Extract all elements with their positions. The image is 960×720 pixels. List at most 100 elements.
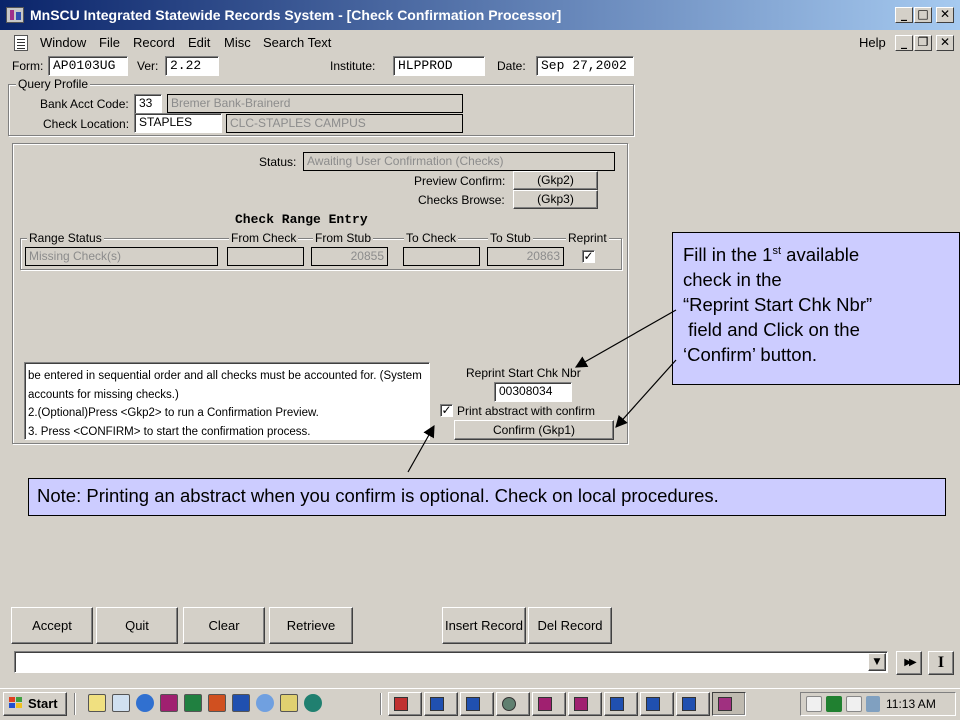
query-profile-title: Query Profile	[16, 77, 91, 91]
menu-record[interactable]: Record	[133, 35, 175, 50]
instruction-line: be entered in sequential order and all c…	[28, 370, 422, 382]
confirm-button[interactable]: Confirm (Gkp1)	[454, 420, 614, 440]
cursor-mode-button[interactable]: I	[928, 651, 954, 675]
col-from-stub: From Stub	[313, 231, 374, 245]
active-task-icon	[718, 697, 732, 711]
task-button-app[interactable]	[388, 692, 422, 716]
date-field[interactable]: Sep 27,2002	[536, 56, 634, 76]
clear-button[interactable]: Clear	[183, 607, 265, 644]
close-button[interactable]: ✕	[936, 7, 954, 23]
access-task-icon	[538, 697, 552, 711]
bank-acct-code-field[interactable]: 33	[134, 94, 162, 114]
callout-superscript: st	[772, 245, 782, 257]
bank-acct-label: Bank Acct Code:	[40, 97, 129, 111]
taskbar-clock: 11:13 AM	[886, 697, 936, 711]
form-field[interactable]: AP0103UG	[48, 56, 128, 76]
task-button-network[interactable]	[496, 692, 530, 716]
from-check-field[interactable]	[227, 247, 304, 266]
del-record-button[interactable]: Del Record	[528, 607, 612, 644]
quicklaunch-word-icon[interactable]	[232, 694, 250, 712]
quicklaunch-powerpoint-icon[interactable]	[208, 694, 226, 712]
status-line-field[interactable]	[14, 651, 888, 673]
preview-confirm-button[interactable]: (Gkp2)	[513, 171, 598, 190]
window-title: MnSCU Integrated Statewide Records Syste…	[30, 7, 562, 23]
callout-line: ‘Confirm’ button.	[683, 344, 818, 366]
callout-line: field and Click on the	[683, 319, 860, 341]
col-range-status: Range Status	[27, 231, 104, 245]
from-stub-field: 20855	[311, 247, 388, 266]
quit-button[interactable]: Quit	[96, 607, 178, 644]
col-from-check: From Check	[229, 231, 299, 245]
task-button-access[interactable]	[532, 692, 566, 716]
status-label: Status:	[259, 155, 297, 169]
next-record-button[interactable]: ▶▶	[896, 651, 922, 675]
menu-file[interactable]: File	[99, 35, 120, 50]
quicklaunch-folder-icon[interactable]	[280, 694, 298, 712]
title-bar: MnSCU Integrated Statewide Records Syste…	[0, 0, 960, 30]
quicklaunch-search-icon[interactable]	[112, 694, 130, 712]
ver-field[interactable]: 2.22	[165, 56, 219, 76]
task-button-word[interactable]	[460, 692, 494, 716]
to-check-field[interactable]	[403, 247, 480, 266]
callout-line-1-text: Fill in the 1	[683, 244, 773, 266]
institute-field[interactable]: HLPPROD	[393, 56, 485, 76]
callout-line: Fill in the 1st available	[683, 239, 959, 267]
instructions-text: be entered in sequential order and all c…	[24, 362, 430, 440]
status-field: Awaiting User Confirmation (Checks)	[303, 152, 615, 171]
insert-record-button[interactable]: Insert Record	[442, 607, 526, 644]
col-to-stub: To Stub	[488, 231, 533, 245]
retrieve-button[interactable]: Retrieve	[269, 607, 353, 644]
menu-help[interactable]: Help	[859, 35, 886, 50]
quicklaunch-network-icon[interactable]	[256, 694, 274, 712]
task-button-access[interactable]	[568, 692, 602, 716]
check-location-name-field: CLC-STAPLES CAMPUS	[226, 114, 463, 133]
word-task-icon	[682, 697, 696, 711]
col-to-check: To Check	[404, 231, 459, 245]
menu-search-text[interactable]: Search Text	[263, 35, 331, 50]
checks-browse-label: Checks Browse:	[418, 193, 505, 207]
menu-window[interactable]: Window	[40, 35, 86, 50]
preview-confirm-label: Preview Confirm:	[414, 174, 506, 188]
ver-label: Ver:	[137, 59, 159, 73]
word-task-icon	[466, 697, 480, 711]
tray-monitor-icon[interactable]	[866, 696, 880, 712]
callout-line: check in the	[683, 269, 782, 291]
checks-browse-button[interactable]: (Gkp3)	[513, 190, 598, 209]
app-task-icon	[394, 697, 408, 711]
task-button-active[interactable]	[712, 692, 746, 716]
child-restore-button[interactable]: ❐	[914, 35, 932, 51]
volume-icon[interactable]	[806, 696, 822, 712]
menu-bar: Window File Record Edit Misc Search Text…	[0, 32, 960, 54]
menu-misc[interactable]: Misc	[224, 35, 251, 50]
taskbar-divider	[380, 693, 382, 715]
status-dropdown-button[interactable]: ▼	[868, 653, 886, 671]
date-label: Date:	[497, 59, 526, 73]
reprint-checkbox[interactable]: ✓	[582, 250, 595, 263]
range-heading: Check Range Entry	[235, 212, 368, 227]
tray-app-icon[interactable]	[846, 696, 862, 712]
maximize-button[interactable]: □	[914, 7, 932, 23]
task-button-word[interactable]	[676, 692, 710, 716]
reprint-start-field[interactable]: 00308034	[494, 382, 572, 402]
callout-instruction: Fill in the 1st available check in the “…	[672, 232, 960, 385]
task-button-word[interactable]	[604, 692, 638, 716]
task-button-word[interactable]	[424, 692, 458, 716]
taskbar-divider	[74, 693, 76, 715]
network-status-icon[interactable]	[826, 696, 842, 712]
check-location-code-field[interactable]: STAPLES	[134, 113, 222, 133]
quicklaunch-netscape-icon[interactable]	[304, 694, 322, 712]
quicklaunch-browser-icon[interactable]	[136, 694, 154, 712]
quicklaunch-access-icon[interactable]	[160, 694, 178, 712]
accept-button[interactable]: Accept	[11, 607, 93, 644]
menu-edit[interactable]: Edit	[188, 35, 210, 50]
child-close-button[interactable]: ✕	[936, 35, 954, 51]
child-minimize-button[interactable]: _	[895, 35, 913, 51]
bank-acct-name-field: Bremer Bank-Brainerd	[167, 94, 463, 113]
minimize-button[interactable]: _	[895, 7, 913, 23]
quicklaunch-excel-icon[interactable]	[184, 694, 202, 712]
print-abstract-checkbox[interactable]: ✓	[440, 404, 453, 417]
task-button-word[interactable]	[640, 692, 674, 716]
check-location-label: Check Location:	[43, 117, 130, 131]
quicklaunch-notes-icon[interactable]	[88, 694, 106, 712]
range-status-field: Missing Check(s)	[25, 247, 218, 266]
